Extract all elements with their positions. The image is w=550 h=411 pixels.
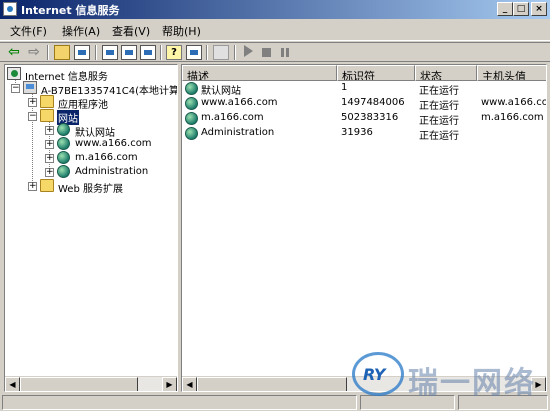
start-icon[interactable] — [244, 45, 253, 57]
maximize-button[interactable]: □ — [513, 2, 529, 16]
globe-icon — [185, 127, 198, 140]
list-row[interactable]: Administration 31936 正在运行 — [182, 126, 546, 142]
back-arrow-icon[interactable]: ⇦ — [6, 45, 22, 60]
menu-action[interactable]: 操作(A) — [62, 23, 100, 39]
cell-description: 默认网站 — [201, 86, 241, 97]
tree-node-websites[interactable]: − 网站 — [28, 109, 177, 126]
watermark-logo-icon: RY — [352, 352, 404, 396]
tree-node-site[interactable]: + www.a166.com — [45, 137, 177, 151]
tree-node-root[interactable]: Internet 信息服务 — [7, 67, 177, 83]
cell-identifier: 502383316 — [341, 112, 399, 123]
scroll-thumb[interactable] — [20, 377, 138, 391]
close-button[interactable]: × — [531, 2, 547, 16]
column-header-description[interactable]: 描述 — [182, 65, 337, 81]
folder-icon — [40, 179, 54, 192]
scroll-left-icon[interactable]: ◀ — [182, 377, 197, 391]
cell-status: 正在运行 — [419, 131, 459, 142]
expand-icon[interactable]: + — [45, 154, 54, 163]
expand-icon[interactable]: + — [45, 168, 54, 177]
expand-icon[interactable]: + — [28, 182, 37, 191]
status-panel — [2, 395, 357, 410]
show-hide-console-icon[interactable] — [186, 45, 202, 60]
iis-app-icon — [3, 2, 17, 16]
globe-icon — [57, 137, 70, 150]
collapse-icon[interactable]: − — [28, 112, 37, 121]
iis-root-icon — [7, 67, 21, 80]
cell-status: 正在运行 — [419, 116, 459, 127]
globe-icon — [185, 97, 198, 110]
toolbar: ⇦ ⇨ ? — [0, 42, 550, 62]
watermark-logo-text: RY — [363, 365, 386, 384]
tree-node-site[interactable]: + 默认网站 — [45, 123, 177, 139]
cell-description: Administration — [201, 127, 275, 138]
menu-help[interactable]: 帮助(H) — [162, 23, 201, 39]
cell-status: 正在运行 — [419, 101, 459, 112]
up-folder-icon[interactable] — [54, 45, 70, 60]
toolbar-separator — [160, 45, 162, 60]
list-row[interactable]: 默认网站 1 正在运行 — [182, 81, 546, 97]
tree-node-computer[interactable]: − A-B7BE1335741C4(本地计算机) — [11, 81, 177, 97]
export-list-icon[interactable] — [140, 45, 156, 60]
tree-node-app-pools[interactable]: + 应用程序池 — [28, 95, 177, 111]
expand-icon[interactable]: + — [45, 126, 54, 135]
watermark: RY 瑞一网络 — [352, 352, 548, 401]
toolbar-separator — [234, 45, 236, 60]
forward-arrow-icon[interactable]: ⇨ — [26, 45, 42, 60]
globe-icon — [185, 112, 198, 125]
tree-pane[interactable]: Internet 信息服务 − A-B7BE1335741C4(本地计算机) +… — [4, 64, 178, 392]
menu-file[interactable]: 文件(F) — [10, 23, 47, 39]
list-row[interactable]: m.a166.com 502383316 正在运行 m.a166.com — [182, 111, 546, 127]
computer-icon[interactable] — [213, 45, 229, 60]
expand-icon[interactable]: + — [28, 98, 37, 107]
scroll-left-icon[interactable]: ◀ — [5, 377, 20, 391]
stop-icon[interactable] — [262, 48, 271, 57]
scroll-thumb[interactable] — [197, 377, 347, 391]
pause-icon[interactable] — [278, 45, 294, 60]
folder-icon — [40, 95, 54, 108]
show-tree-icon[interactable] — [74, 45, 90, 60]
globe-icon — [57, 165, 70, 178]
tree-node-web-extensions[interactable]: + Web 服务扩展 — [28, 179, 177, 195]
help-icon[interactable]: ? — [166, 45, 182, 60]
list-row[interactable]: www.a166.com 1497484006 正在运行 www.a166.co… — [182, 96, 546, 112]
tree-node-label: Web 服务扩展 — [58, 184, 123, 195]
cell-identifier: 31936 — [341, 127, 373, 138]
folder-open-icon — [40, 109, 54, 122]
cell-description: www.a166.com — [201, 97, 278, 108]
cell-description: m.a166.com — [201, 112, 264, 123]
computer-icon — [23, 81, 37, 94]
cell-host: www.a166.com — [481, 97, 546, 108]
tree-node-site[interactable]: + m.a166.com — [45, 151, 177, 165]
list-pane[interactable]: 描述 标识符 状态 主机头值 默认网站 1 正在运行 www.a166.com … — [181, 64, 547, 392]
column-header-identifier[interactable]: 标识符 — [337, 65, 415, 81]
properties-icon[interactable] — [102, 45, 118, 60]
toolbar-separator — [206, 45, 208, 60]
collapse-icon[interactable]: − — [11, 84, 20, 93]
tree-node-site[interactable]: + Administration — [45, 165, 177, 179]
toolbar-separator — [47, 45, 49, 60]
scroll-right-icon[interactable]: ▶ — [162, 377, 177, 391]
menu-view[interactable]: 查看(V) — [112, 23, 150, 39]
tree-node-label: www.a166.com — [75, 138, 152, 149]
column-header-host[interactable]: 主机头值 — [477, 65, 546, 81]
title-bar: Internet 信息服务 _ □ × — [0, 0, 550, 19]
window-title: Internet 信息服务 — [21, 4, 120, 17]
globe-icon — [57, 123, 70, 136]
cell-identifier: 1 — [341, 82, 348, 93]
tree-horizontal-scrollbar[interactable]: ◀ ▶ — [5, 376, 177, 391]
column-header-status[interactable]: 状态 — [415, 65, 477, 81]
globe-icon — [57, 151, 70, 164]
cell-host: m.a166.com — [481, 112, 544, 123]
tree-node-label: Administration — [75, 166, 149, 177]
menu-bar: 文件(F) 操作(A) 查看(V) 帮助(H) — [0, 19, 550, 41]
refresh-icon[interactable] — [121, 45, 137, 60]
cell-status: 正在运行 — [419, 86, 459, 97]
watermark-text: 瑞一网络 — [408, 366, 536, 401]
expand-icon[interactable]: + — [45, 140, 54, 149]
minimize-button[interactable]: _ — [497, 2, 513, 16]
cell-identifier: 1497484006 — [341, 97, 405, 108]
tree-node-label: m.a166.com — [75, 152, 138, 163]
globe-icon — [185, 82, 198, 95]
toolbar-separator — [95, 45, 97, 60]
